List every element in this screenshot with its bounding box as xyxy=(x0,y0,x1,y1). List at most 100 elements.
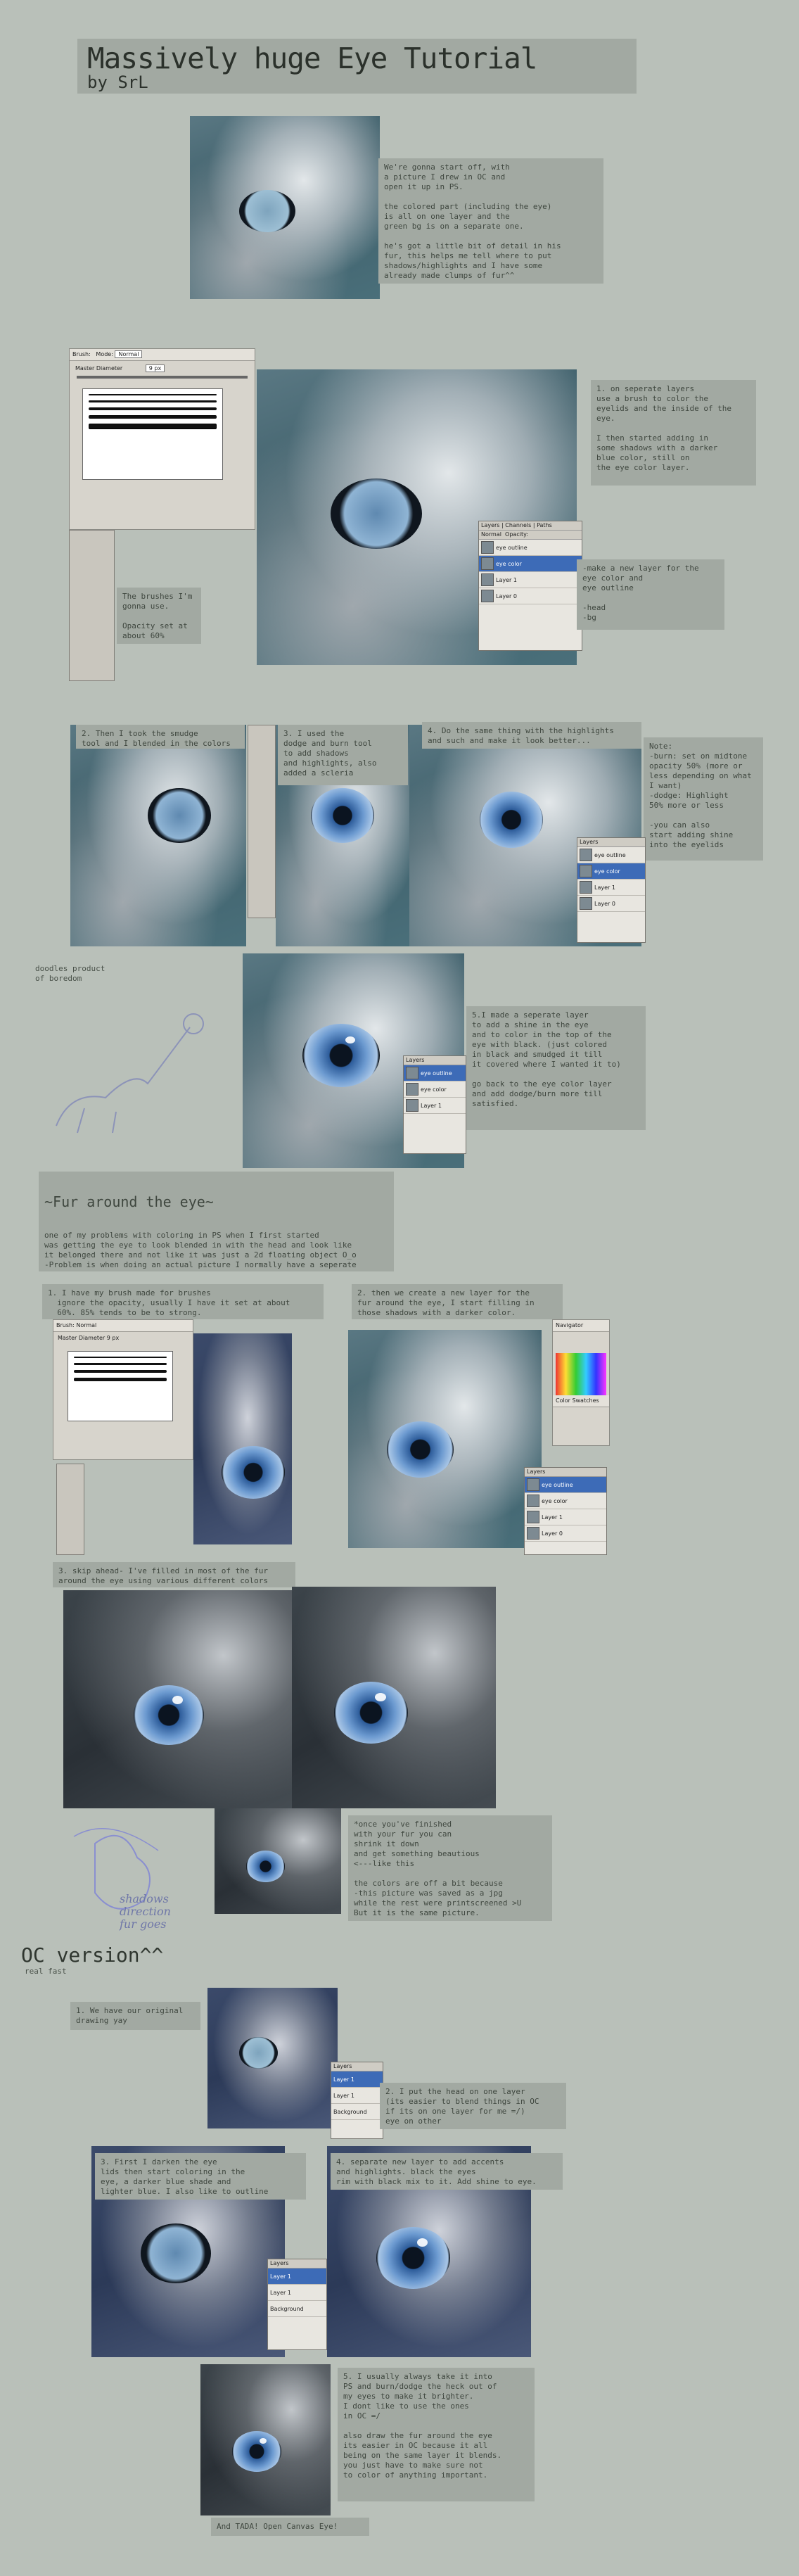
layer-name: Layer 1 xyxy=(333,2092,354,2099)
layers-tabs: Layers xyxy=(268,2259,326,2269)
fur-section-title: ~Fur around the eye~ xyxy=(44,1193,214,1210)
layer-row[interactable]: Layer 1 xyxy=(479,572,582,588)
tab-layers[interactable]: Layers xyxy=(406,1057,424,1063)
diameter-slider[interactable] xyxy=(77,376,248,379)
brush-stroke[interactable] xyxy=(89,407,217,410)
brush-stroke[interactable] xyxy=(74,1363,167,1365)
layer-name: eye color xyxy=(542,1497,568,1504)
eye-shine xyxy=(259,2438,267,2444)
tab-layers[interactable]: Layers xyxy=(580,839,598,845)
tab-layers[interactable]: Layers xyxy=(270,2260,288,2266)
brush-stroke[interactable] xyxy=(89,415,217,419)
step2-note: 2. Then I took the smudge tool and I ble… xyxy=(76,725,245,749)
eye-drawing xyxy=(480,792,543,848)
toolbox[interactable] xyxy=(56,1464,84,1555)
brushes-note: The brushes I'm gonna use. Opacity set a… xyxy=(117,588,201,644)
layer-row[interactable]: eye color xyxy=(404,1081,466,1098)
layer-row[interactable]: Layer 1 xyxy=(331,2088,383,2104)
brush-label: Brush: xyxy=(72,351,91,357)
layer-name: Layer 1 xyxy=(594,884,615,891)
brush-stroke[interactable] xyxy=(89,394,217,395)
panel-tabs: Navigator xyxy=(553,1320,609,1332)
brush-preset-list[interactable] xyxy=(82,388,223,480)
brush-stroke[interactable] xyxy=(74,1370,167,1373)
tab-paths[interactable]: Paths xyxy=(537,522,552,528)
layers-tabs: Layers xyxy=(404,1056,466,1065)
tab-channels[interactable]: Channels xyxy=(505,522,531,528)
brush-options-panel: Brush: Normal Master Diameter 9 px xyxy=(53,1319,193,1460)
layers-options-row: Normal Opacity: xyxy=(479,531,582,540)
master-diameter-label: Master Diameter xyxy=(75,365,123,372)
brush-stroke[interactable] xyxy=(89,400,217,402)
layer-row-selected[interactable]: eye color xyxy=(577,863,645,880)
layers-panel: Layers | Channels | Paths Normal Opacity… xyxy=(478,521,582,651)
fur-intro-block: ~Fur around the eye~ one of my problems … xyxy=(39,1172,394,1271)
step2-artwork xyxy=(70,725,246,946)
toolbox[interactable] xyxy=(69,530,115,681)
tab-layers[interactable]: Layers xyxy=(527,1468,545,1475)
layer-name: Layer 1 xyxy=(421,1102,442,1109)
layer-row-selected[interactable]: Layer 1 xyxy=(268,2269,326,2285)
fur2-artwork xyxy=(348,1330,542,1548)
layer-row-selected[interactable]: eye outline xyxy=(525,1477,606,1493)
layer-thumbnail xyxy=(580,865,592,877)
layer-row-selected[interactable]: Layer 1 xyxy=(331,2071,383,2088)
layer-row-selected[interactable]: eye outline xyxy=(404,1065,466,1081)
tab-color[interactable]: Color xyxy=(556,1397,570,1404)
brush-stroke[interactable] xyxy=(74,1357,167,1358)
layer-thumbnail xyxy=(406,1099,418,1112)
tab-layers[interactable]: Layers xyxy=(481,522,499,528)
layer-thumbnail xyxy=(406,1067,418,1079)
intro-note: We're gonna start off, with a picture I … xyxy=(378,158,603,284)
layer-structure-note: -make a new layer for the eye color and … xyxy=(577,559,724,630)
layer-row[interactable]: Layer 1 xyxy=(268,2285,326,2301)
step4-note: 4. Do the same thing with the highlights… xyxy=(422,722,641,749)
layer-name: Layer 1 xyxy=(496,576,517,583)
eye-drawing xyxy=(141,2223,211,2283)
oc-layers-panel: Layers Layer 1 Layer 1 Background xyxy=(331,2062,383,2139)
layer-row[interactable]: eye outline xyxy=(479,540,582,556)
layer-row[interactable]: Background xyxy=(268,2301,326,2317)
layer-row[interactable]: Layer 1 xyxy=(577,880,645,896)
layer-row[interactable]: Layer 0 xyxy=(577,896,645,912)
diameter-input[interactable]: 9 px xyxy=(107,1335,119,1341)
brush-stroke[interactable] xyxy=(89,424,217,429)
layer-row[interactable]: Layer 0 xyxy=(479,588,582,604)
fur3-artwork-left xyxy=(63,1590,292,1808)
layer-row[interactable]: eye color xyxy=(525,1493,606,1509)
step1-note: 1. on seperate layers use a brush to col… xyxy=(591,380,756,486)
layer-name: Layer 1 xyxy=(270,2289,291,2296)
eye-shine xyxy=(172,1696,183,1705)
layer-row[interactable]: Layer 0 xyxy=(525,1525,606,1542)
step3-note: 3. I used the dodge and burn tool to add… xyxy=(278,725,408,785)
tab-swatches[interactable]: Swatches xyxy=(572,1397,599,1404)
color-swatch-grid[interactable] xyxy=(556,1353,606,1395)
fur3-note: 3. skip ahead- I've filled in most of th… xyxy=(53,1562,295,1587)
oc-section-title: OC version^^ xyxy=(21,1943,164,1967)
fur1-artwork xyxy=(193,1333,292,1544)
diameter-input[interactable]: 9 px xyxy=(145,364,165,372)
blend-mode-select[interactable]: Normal xyxy=(481,531,501,538)
layer-thumbnail xyxy=(527,1527,539,1540)
eye-drawing xyxy=(239,2037,278,2069)
tab-layers[interactable]: Layers xyxy=(333,2063,352,2069)
layer-thumbnail xyxy=(580,849,592,861)
layer-thumbnail xyxy=(481,590,494,602)
brush-stroke[interactable] xyxy=(74,1378,167,1381)
layer-row[interactable]: eye outline xyxy=(577,847,645,863)
eye-drawing xyxy=(134,1685,204,1745)
mode-select[interactable]: Normal xyxy=(76,1322,96,1328)
brush-options-panel: Brush: Mode: Normal Master Diameter 9 px xyxy=(69,348,255,530)
toolbox[interactable] xyxy=(248,725,276,918)
layer-name: eye outline xyxy=(594,851,626,858)
layer-row[interactable]: Background xyxy=(331,2104,383,2120)
layer-row[interactable]: Layer 1 xyxy=(404,1098,466,1114)
intro-artwork xyxy=(190,116,380,299)
tab-navigator[interactable]: Navigator xyxy=(556,1322,583,1328)
oc5-artwork xyxy=(200,2364,331,2515)
brush-preset-list[interactable] xyxy=(68,1351,173,1421)
mode-select[interactable]: Normal xyxy=(115,350,143,358)
layer-row[interactable]: Layer 1 xyxy=(525,1509,606,1525)
ending-note: And TADA! Open Canvas Eye! xyxy=(211,2518,369,2536)
layer-row-selected[interactable]: eye color xyxy=(479,556,582,572)
